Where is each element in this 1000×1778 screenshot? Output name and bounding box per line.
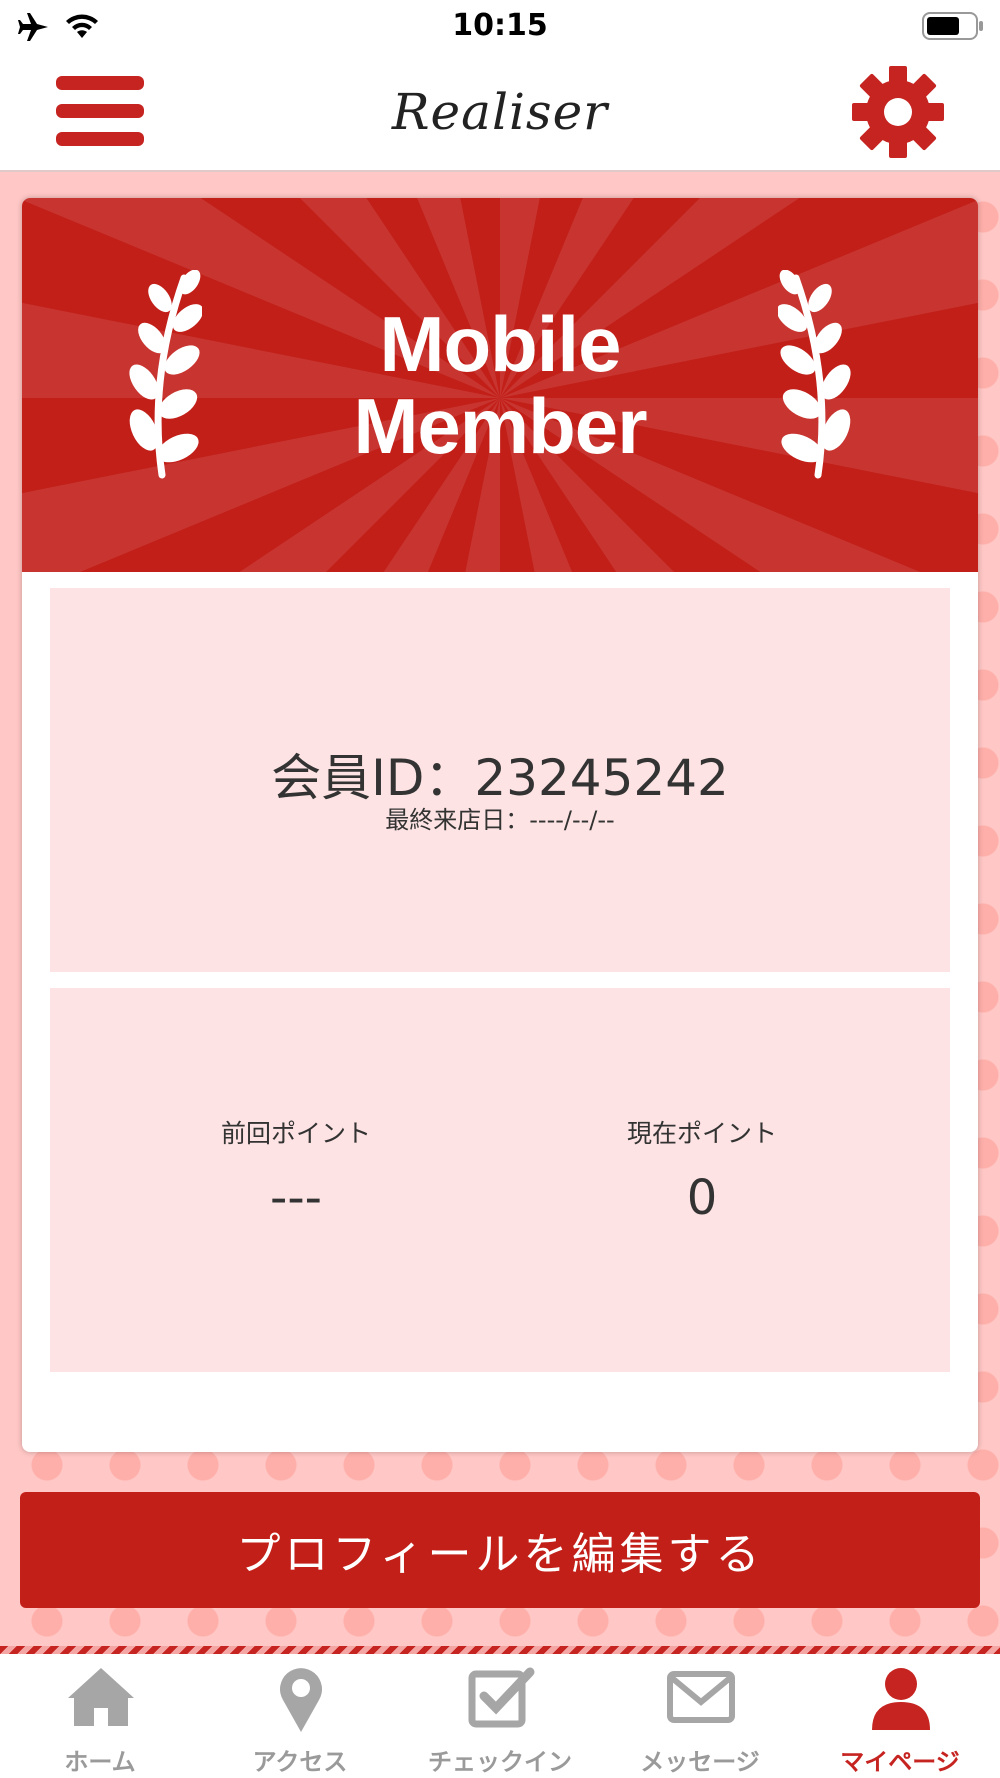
gear-icon — [852, 66, 944, 158]
app-logo: Realiser — [380, 62, 620, 162]
edit-profile-button[interactable]: プロフィールを編集する — [20, 1492, 980, 1608]
tab-mypage-label: マイページ — [840, 1748, 960, 1776]
tab-message[interactable]: メッセージ — [600, 1654, 800, 1778]
previous-points-label: 前回ポイント — [220, 1119, 371, 1148]
member-banner: Mobile Member — [22, 198, 978, 572]
laurel-right-icon — [778, 270, 851, 479]
battery-icon — [922, 12, 983, 40]
status-time: 10:15 — [452, 8, 548, 43]
logo-text: Realiser — [391, 83, 609, 141]
current-points-value: 0 — [686, 1170, 718, 1226]
last-visit-date: 最終来店日：----/--/-- — [385, 806, 615, 834]
app-header: Realiser — [0, 52, 1000, 172]
tab-home[interactable]: ホーム — [0, 1654, 200, 1778]
tab-bar: ホーム アクセス チェックイン メッセージ マイページ — [0, 1654, 1000, 1778]
previous-points-value: --- — [270, 1170, 322, 1226]
tab-home-label: ホーム — [64, 1748, 136, 1776]
tab-message-label: メッセージ — [640, 1748, 760, 1776]
checkbox-icon — [468, 1667, 535, 1728]
map-pin-icon — [280, 1668, 322, 1732]
user-icon — [872, 1668, 930, 1730]
settings-button[interactable] — [850, 64, 946, 160]
points-panel: 前回ポイント --- 現在ポイント 0 — [50, 988, 950, 1372]
envelope-icon — [667, 1671, 735, 1723]
tab-checkin-label: チェックイン — [428, 1748, 572, 1776]
status-bar: 10:15 — [0, 0, 1000, 52]
member-card: Mobile Member 会員ID：23245242 最終来店日：----/-… — [22, 198, 978, 1452]
menu-button[interactable] — [56, 74, 148, 150]
tab-access-label: アクセス — [252, 1748, 348, 1776]
home-icon — [68, 1668, 134, 1726]
tab-checkin[interactable]: チェックイン — [400, 1654, 600, 1778]
content-area: Mobile Member 会員ID：23245242 最終来店日：----/-… — [0, 172, 1000, 1650]
member-info-panel: 会員ID：23245242 最終来店日：----/--/-- — [50, 588, 950, 972]
tab-mypage[interactable]: マイページ — [800, 1654, 1000, 1778]
tab-bar-divider — [0, 1646, 1000, 1654]
tab-access[interactable]: アクセス — [200, 1654, 400, 1778]
current-points-label: 現在ポイント — [626, 1119, 777, 1148]
